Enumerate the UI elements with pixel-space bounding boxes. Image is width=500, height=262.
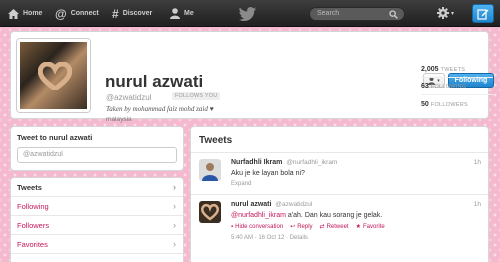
follows-you-badge: FOLLOWS YOU xyxy=(172,92,221,100)
stat-followers-label: FOLLOWERS xyxy=(430,102,469,108)
profile-nav-followers[interactable]: Followers › xyxy=(11,216,183,235)
tweet-author-handle: @azwatidzul xyxy=(275,201,313,208)
profile-avatar[interactable] xyxy=(17,39,90,112)
nav-connect-label: Connect xyxy=(70,10,99,17)
nav-home-label: Home xyxy=(23,10,43,17)
stat-followers[interactable]: 50 FOLLOWERS xyxy=(421,101,468,108)
profile-bio: Taken by mohammad faiz mohd zaid ♥ xyxy=(106,105,214,113)
search-input[interactable]: Search xyxy=(309,7,405,21)
divider xyxy=(421,94,493,95)
hide-conversation-button[interactable]: ▪ Hide conversation xyxy=(231,223,283,230)
search-placeholder: Search xyxy=(317,10,340,17)
tweet-item[interactable]: nurul azwati @azwatidzul 1h @nurfadhli_i… xyxy=(191,195,488,262)
profile-nav-label: Tweets xyxy=(17,182,42,192)
nav-connect[interactable]: @ Connect xyxy=(55,0,99,27)
reply-button[interactable]: ↩ Reply xyxy=(290,223,313,231)
settings-menu[interactable]: ▾ xyxy=(437,7,454,19)
nav-home[interactable]: Home xyxy=(8,0,42,27)
stat-tweets-label: TWEETS xyxy=(440,67,466,73)
stat-following[interactable]: 63 FOLLOWING xyxy=(421,83,467,90)
tweet-avatar[interactable] xyxy=(199,159,221,181)
nav-discover-label: Discover xyxy=(122,10,153,17)
profile-nav-tweets[interactable]: Tweets › xyxy=(11,178,183,197)
favorite-button[interactable]: ★ Favorite xyxy=(355,223,385,231)
compose-tweet-button[interactable] xyxy=(472,4,494,23)
chevron-right-icon: › xyxy=(173,201,176,211)
nav-discover[interactable]: # Discover xyxy=(112,0,152,27)
tweet-author[interactable]: nurul azwati @azwatidzul xyxy=(231,201,312,208)
star-icon: ★ xyxy=(355,224,361,230)
profile-name: nurul azwati xyxy=(105,72,204,91)
tweet-author-name: Nurfadhli Ikram xyxy=(231,159,283,166)
conversation-icon: ▪ xyxy=(231,223,234,230)
tweet-to-box: Tweet to nurul azwati @azwatidzul xyxy=(10,126,184,171)
gear-icon xyxy=(437,7,449,19)
chevron-right-icon: › xyxy=(173,220,176,230)
compose-icon xyxy=(477,8,489,20)
tweet-to-input[interactable]: @azwatidzul xyxy=(17,147,177,163)
tweet-text: @nurfadhli_ikram a'ah. Dan kau sorang je… xyxy=(231,212,382,219)
tweet-author-name: nurul azwati xyxy=(231,201,272,208)
tweet-text-body: a'ah. Dan kau sorang je gelak. xyxy=(285,212,383,219)
tweet-actions: ▪ Hide conversation ↩ Reply ⇄ Retweet ★ … xyxy=(231,223,385,231)
twitter-bird-icon[interactable] xyxy=(239,7,256,21)
retweet-label: Retweet xyxy=(326,223,349,230)
profile-nav-following[interactable]: Following › xyxy=(11,197,183,216)
stat-following-label: FOLLOWING xyxy=(430,84,467,90)
tweets-panel: Tweets Nurfadhli Ikram @nurfadhli_ikram … xyxy=(190,126,489,262)
person-icon xyxy=(170,8,180,19)
stat-tweets-value: 2,005 xyxy=(421,66,439,73)
nav-me[interactable]: Me xyxy=(170,0,194,27)
tweet-timestamp[interactable]: 1h xyxy=(474,201,481,208)
at-icon: @ xyxy=(55,6,67,21)
divider xyxy=(421,77,493,78)
stat-followers-value: 50 xyxy=(421,101,429,108)
profile-nav-label: Following xyxy=(17,201,49,211)
top-bar: Home @ Connect # Discover Me Search ▾ xyxy=(0,0,500,27)
tweet-mention-link[interactable]: @nurfadhli_ikram xyxy=(231,212,286,219)
reply-icon: ↩ xyxy=(290,224,296,230)
profile-nav: Tweets › Following › Followers › Favorit… xyxy=(10,177,184,262)
tweet-author-handle: @nurfadhli_ikram xyxy=(286,159,338,166)
tweet-item[interactable]: Nurfadhli Ikram @nurfadhli_ikram 1h Aku … xyxy=(191,153,488,195)
heart-hands-image xyxy=(38,62,72,90)
profile-handle: @azwatidzul xyxy=(106,93,152,102)
chevron-right-icon: › xyxy=(173,239,176,249)
tweet-to-title: Tweet to nurul azwati xyxy=(17,133,93,142)
stat-following-value: 63 xyxy=(421,83,429,90)
tweet-author[interactable]: Nurfadhli Ikram @nurfadhli_ikram xyxy=(231,159,337,166)
reply-label: Reply xyxy=(297,223,313,230)
profile-nav-label: Followers xyxy=(17,220,50,230)
retweet-icon: ⇄ xyxy=(319,224,325,230)
tweet-text: Aku je ke layan bola ni? xyxy=(231,170,305,177)
search-icon[interactable] xyxy=(389,10,398,19)
profile-location: malaysia xyxy=(106,116,132,123)
profile-card: nurul azwati @azwatidzul FOLLOWS YOU Tak… xyxy=(10,31,494,123)
tweets-heading: Tweets xyxy=(191,127,488,153)
profile-nav-label: Favorites xyxy=(17,239,48,249)
hide-conversation-label: Hide conversation xyxy=(235,223,284,230)
nav-me-label: Me xyxy=(184,10,194,17)
chevron-down-icon: ▾ xyxy=(451,10,455,17)
stat-tweets[interactable]: 2,005 TWEETS xyxy=(421,66,465,73)
expand-link[interactable]: Expand xyxy=(231,181,251,187)
tweet-timestamp[interactable]: 1h xyxy=(474,159,481,166)
profile-nav-favorites[interactable]: Favorites › xyxy=(11,235,183,254)
tweet-avatar[interactable] xyxy=(199,201,221,223)
favorite-label: Favorite xyxy=(362,223,385,230)
tweet-meta[interactable]: 5:40 AM - 16 Oct 12 · Details xyxy=(231,235,308,241)
hash-icon: # xyxy=(112,6,119,21)
home-icon xyxy=(8,8,19,19)
chevron-right-icon: › xyxy=(173,182,176,192)
retweet-button[interactable]: ⇄ Retweet xyxy=(319,223,349,231)
